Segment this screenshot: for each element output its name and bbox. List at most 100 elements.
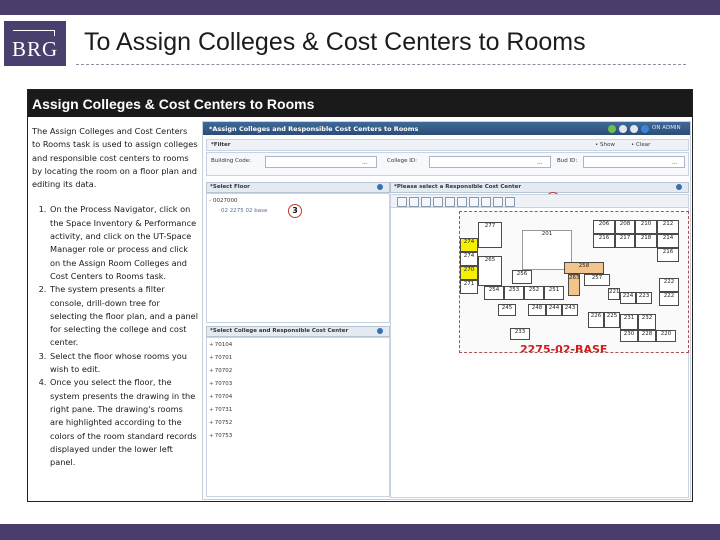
brg-logo: BRG [4, 21, 66, 66]
college-tree-item[interactable]: + 70753 [209, 433, 232, 439]
show-button[interactable]: • Show [595, 142, 615, 148]
drawing-header: *Please select a Responsible Cost Center [390, 182, 689, 193]
bud-id-input[interactable] [583, 156, 685, 168]
room[interactable]: 245 [498, 304, 516, 316]
save-icon[interactable] [619, 125, 627, 133]
room[interactable]: 274 [460, 252, 478, 266]
filter-header: *Filter • Show • Clear [206, 139, 689, 151]
room[interactable]: 214 [657, 234, 679, 248]
room[interactable]: 210 [635, 220, 657, 234]
export-icon[interactable] [505, 197, 515, 207]
room[interactable]: 256 [512, 270, 532, 284]
room[interactable]: 216 [657, 248, 679, 262]
floor-tree-item[interactable]: 02 2275 02 base [221, 208, 267, 214]
step-2: The system presents a filter console, dr… [49, 283, 198, 349]
college-tree-item[interactable]: + 70752 [209, 420, 232, 426]
room[interactable]: 252 [524, 286, 544, 300]
college-tree-item[interactable]: + 70104 [209, 342, 232, 348]
room[interactable]: 233 [510, 328, 530, 340]
filter-label: *Filter [211, 142, 231, 148]
app-screenshot: *Assign Colleges and Responsible Cost Ce… [202, 121, 691, 500]
app-window-title: *Assign Colleges and Responsible Cost Ce… [209, 125, 419, 133]
building-code-lookup[interactable]: ... [362, 159, 368, 166]
room[interactable]: 253 [504, 286, 524, 300]
select-floor-title: *Select Floor [210, 184, 250, 190]
panel-title: Assign Colleges & Cost Centers to Rooms [32, 96, 315, 112]
room-highlighted[interactable]: 274 [460, 238, 478, 252]
zoom-out-icon[interactable] [445, 197, 455, 207]
room[interactable]: 248 [528, 304, 546, 316]
room[interactable]: 225 [604, 312, 620, 328]
room[interactable]: 218 [635, 234, 657, 248]
clear-button[interactable]: • Clear [631, 142, 650, 148]
room[interactable]: 208 [615, 220, 635, 234]
college-tree-item[interactable]: + 70701 [209, 355, 232, 361]
room[interactable]: 224 [620, 292, 636, 304]
room[interactable]: 228 [638, 330, 656, 342]
college-tree-item[interactable]: + 70703 [209, 381, 232, 387]
room[interactable]: 243 [562, 304, 578, 316]
building-code-label: Building Code: [211, 158, 251, 164]
college-tree: + 70104 + 70701 + 70702 + 70703 + 70704 … [206, 337, 390, 497]
title-divider [76, 64, 686, 65]
top-bar [0, 0, 720, 15]
floor-plan-label: 2275-02-BASE [520, 343, 608, 353]
zoom-in-icon[interactable] [433, 197, 443, 207]
room[interactable]: 222 [659, 292, 679, 306]
room[interactable]: 223 [636, 292, 652, 304]
room[interactable]: 244 [546, 304, 562, 316]
room[interactable]: 231 [620, 314, 638, 330]
slide-title: To Assign Colleges & Cost Centers to Roo… [84, 28, 586, 56]
print-drawing-icon[interactable] [469, 197, 479, 207]
select-college-title: *Select College and Responsible Cost Cen… [210, 328, 349, 334]
room[interactable]: 265 [478, 256, 502, 286]
layers-icon[interactable] [481, 197, 491, 207]
room[interactable]: 212 [657, 220, 679, 234]
room[interactable]: 220 [656, 330, 676, 342]
building-code-input[interactable] [265, 156, 377, 168]
select-floor-header: *Select Floor [206, 182, 390, 193]
room[interactable]: 222 [659, 278, 679, 292]
college-tree-item[interactable]: + 70704 [209, 394, 232, 400]
help-icon[interactable] [676, 184, 682, 190]
instructions: The Assign Colleges and Cost Centers to … [32, 125, 198, 469]
help-icon[interactable] [377, 184, 383, 190]
floor-plan: 206 208 210 212 277 216 217 218 274 201 … [459, 211, 689, 353]
room-highlighted[interactable]: 270 [460, 266, 478, 280]
college-id-lookup[interactable]: ... [537, 159, 543, 166]
college-id-input[interactable] [429, 156, 551, 168]
college-tree-item[interactable]: + 70731 [209, 407, 232, 413]
app-titlebar: *Assign Colleges and Responsible Cost Ce… [203, 122, 690, 135]
drawing-title: *Please select a Responsible Cost Center [394, 184, 522, 190]
zoom-window-icon[interactable] [421, 197, 431, 207]
room[interactable]: 232 [638, 314, 656, 330]
room[interactable]: 277 [478, 222, 502, 248]
help-icon[interactable] [641, 125, 649, 133]
room[interactable]: 206 [593, 220, 615, 234]
room[interactable]: 216 [593, 234, 615, 248]
room[interactable]: 257 [584, 274, 610, 286]
room[interactable]: 230 [620, 330, 638, 342]
room[interactable]: 221 [608, 288, 620, 300]
step-1: On the Process Navigator, click on the S… [49, 203, 198, 283]
room[interactable]: 251 [544, 286, 564, 300]
room[interactable]: 217 [615, 234, 635, 248]
room-highlighted[interactable]: 263 [568, 274, 580, 296]
room[interactable]: 254 [484, 286, 504, 300]
select-tool-icon[interactable] [397, 197, 407, 207]
print-icon[interactable] [630, 125, 638, 133]
refresh-drawing-icon[interactable] [493, 197, 503, 207]
drawing-panel: 206 208 210 212 277 216 217 218 274 201 … [390, 194, 689, 498]
floor-tree-item[interactable]: -0027000 [209, 198, 238, 204]
room-highlighted[interactable]: 258 [564, 262, 604, 274]
intro-text: The Assign Colleges and Cost Centers to … [32, 126, 198, 190]
room[interactable]: 226 [588, 312, 604, 328]
zoom-extents-icon[interactable] [457, 197, 467, 207]
user-label: ON ADMIN [652, 125, 681, 131]
bud-id-lookup[interactable]: ... [672, 159, 678, 166]
pan-tool-icon[interactable] [409, 197, 419, 207]
college-tree-item[interactable]: + 70702 [209, 368, 232, 374]
help-icon[interactable] [377, 328, 383, 334]
room[interactable]: 271 [460, 280, 478, 294]
refresh-icon[interactable] [608, 125, 616, 133]
